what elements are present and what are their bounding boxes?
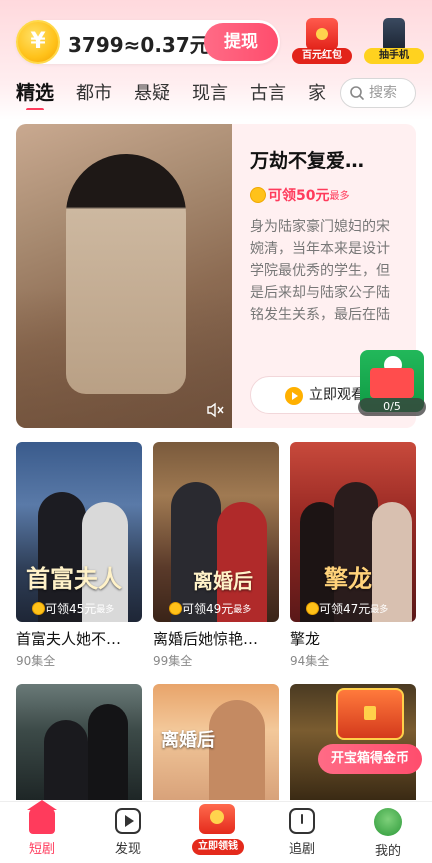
- play-icon: [285, 387, 303, 405]
- withdraw-button[interactable]: 提现: [204, 23, 278, 61]
- featured-description: 身为陆家豪门媳妇的宋婉清，当年本来是设计学院最优秀的学生，但是后来却与陆家公子陆…: [250, 219, 390, 323]
- tab-modern-romance[interactable]: 现言: [192, 79, 228, 109]
- drama-episodes: 99集全: [153, 654, 193, 668]
- phone-icon: [383, 18, 405, 52]
- tab-family[interactable]: 家: [308, 79, 326, 109]
- drama-poster[interactable]: 首富夫人 可领45元最多: [16, 442, 142, 622]
- drama-poster[interactable]: [16, 684, 142, 800]
- tab-urban[interactable]: 都市: [76, 79, 112, 109]
- nav-mine[interactable]: 我的: [358, 808, 418, 859]
- search-icon: [350, 86, 364, 100]
- featured-video-thumbnail[interactable]: [16, 124, 232, 428]
- drama-poster[interactable]: 离婚后 可领49元最多: [153, 442, 279, 622]
- featured-title: 万劫不复爱…: [250, 150, 365, 172]
- drama-card[interactable]: 擎龙 可领47元最多 擎龙 94集全: [290, 442, 416, 669]
- featured-drama-card[interactable]: 万劫不复爱… 可领50元最多 身为陆家豪门媳妇的宋婉清，当年本来是设计学院最优秀…: [16, 124, 416, 428]
- home-icon: [27, 800, 57, 834]
- mute-icon[interactable]: [206, 402, 224, 418]
- search-placeholder: 搜索: [369, 85, 397, 101]
- avatar-icon: [374, 808, 402, 836]
- category-tabs: 精选 都市 悬疑 现言 古言家: [16, 78, 326, 110]
- search-input[interactable]: 搜索: [340, 78, 416, 108]
- drama-card[interactable]: 离婚后: [153, 684, 279, 800]
- featured-reward: 可领50元最多: [250, 184, 349, 204]
- red-envelope-icon: [199, 804, 235, 834]
- nav-discover[interactable]: 发现: [98, 808, 158, 857]
- drama-card[interactable]: [16, 684, 142, 800]
- red-envelope-icon: [306, 18, 338, 50]
- open-treasure-button[interactable]: 开宝箱得金币: [318, 744, 422, 774]
- red-envelope-icon: [370, 368, 414, 398]
- drama-poster[interactable]: 离婚后: [153, 684, 279, 800]
- coin-balance-text: 3799≈0.37元: [68, 33, 210, 57]
- promo-redpacket-label: 百元红包: [292, 48, 352, 64]
- tab-featured[interactable]: 精选: [16, 78, 54, 110]
- coin-icon: [306, 602, 319, 615]
- nav-following[interactable]: 追剧: [272, 808, 332, 857]
- play-square-icon: [115, 808, 141, 834]
- coin-icon: [32, 602, 45, 615]
- featured-actress-image: [66, 154, 186, 394]
- promo-phone-lottery[interactable]: 抽手机: [364, 18, 424, 66]
- drama-card[interactable]: 离婚后 可领49元最多 离婚后她惊艳… 99集全: [153, 442, 279, 669]
- drama-card[interactable]: 首富夫人 可领45元最多 首富夫人她不… 90集全: [16, 442, 142, 669]
- tab-suspense[interactable]: 悬疑: [134, 79, 170, 109]
- gold-coin-icon: ¥: [16, 20, 60, 64]
- drama-poster[interactable]: 擎龙 可领47元最多: [290, 442, 416, 622]
- reward-badge: 可领49元最多: [169, 598, 251, 616]
- drama-title: 首富夫人她不…: [16, 630, 122, 648]
- coin-icon: [169, 602, 182, 615]
- coin-icon: [250, 186, 266, 203]
- bookmark-icon: [289, 808, 315, 834]
- reward-badge: 可领45元最多: [32, 598, 114, 616]
- coin-balance-bar[interactable]: ¥ 3799≈0.37元 提现: [16, 20, 280, 64]
- drama-title: 离婚后她惊艳…: [153, 630, 259, 648]
- drama-episodes: 94集全: [290, 654, 330, 668]
- drama-title: 擎龙: [290, 630, 321, 648]
- drama-episodes: 90集全: [16, 654, 56, 668]
- tab-ancient-romance[interactable]: 古言: [250, 79, 286, 109]
- treasure-chest-icon[interactable]: [336, 688, 404, 740]
- floating-widget-progress: 0/5: [358, 398, 426, 416]
- nav-claim-money[interactable]: 立即领钱: [192, 804, 244, 855]
- promo-phone-label: 抽手机: [364, 48, 424, 64]
- promo-redpacket[interactable]: 百元红包: [292, 18, 352, 66]
- nav-short-drama[interactable]: 短剧: [12, 800, 72, 857]
- reward-badge: 可领47元最多: [306, 598, 388, 616]
- bottom-navigation: 短剧 发现 立即领钱 追剧 我的: [0, 800, 432, 863]
